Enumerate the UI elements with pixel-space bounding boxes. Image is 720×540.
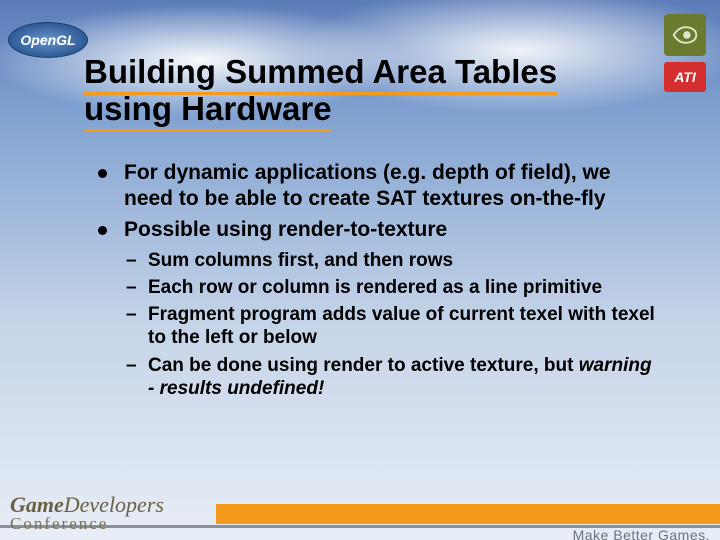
ati-logo-text: ATI [674,69,696,85]
ati-logo: ATI [664,62,706,92]
sub-bullet-text: Each row or column is rendered as a line… [148,277,602,298]
sub-bullet-text: Can be done using render to active textu… [148,355,579,376]
sub-bullet-text: Fragment program adds value of current t… [148,304,655,348]
sub-bullet: Fragment program adds value of current t… [124,303,656,349]
nvidia-logo [664,14,706,56]
bullet: Possible using render-to-texture Sum col… [96,217,656,400]
slide-title-text: Building Summed Area Tables using Hardwa… [84,53,557,132]
footer-orange-bar [216,504,720,524]
footer-tagline: Make Better Games. [573,527,710,540]
slide: OpenGL ATI Building Summed Area Tables u… [0,0,720,540]
bullet-text: Possible using render-to-texture [124,218,447,241]
bullet: For dynamic applications (e.g. depth of … [96,160,656,211]
sub-bullet: Can be done using render to active textu… [124,354,656,400]
opengl-logo-text: OpenGL [20,32,75,48]
gdc-logo: GameDevelopers Conference [10,492,164,534]
opengl-logo: OpenGL [8,22,88,58]
sub-bullet-text: Sum columns first, and then rows [148,250,453,271]
sub-bullet: Sum columns first, and then rows [124,249,656,272]
footer: GameDevelopers Conference Make Better Ga… [0,494,720,540]
slide-body: For dynamic applications (e.g. depth of … [96,160,656,406]
gdc-conf: Conference [10,514,164,534]
eye-icon [670,20,700,50]
sub-bullet: Each row or column is rendered as a line… [124,276,656,299]
slide-title: Building Summed Area Tables using Hardwa… [84,54,644,128]
bullet-text: For dynamic applications (e.g. depth of … [124,161,611,210]
